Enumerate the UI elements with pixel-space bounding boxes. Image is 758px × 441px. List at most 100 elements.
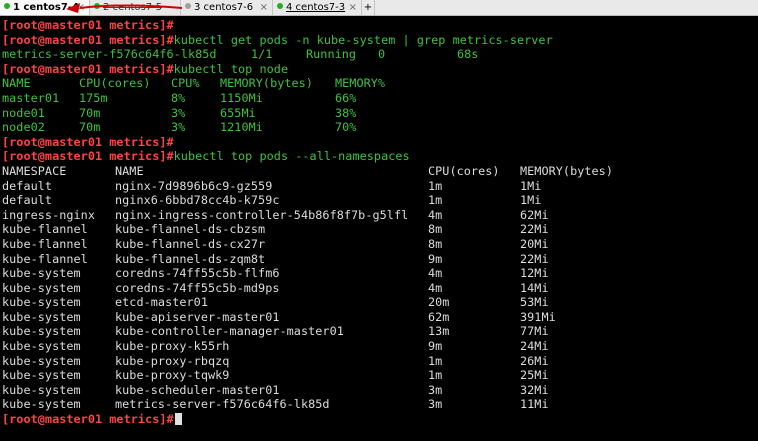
shell-prompt: [root@master01 metrics]# <box>2 149 174 164</box>
cell: default <box>2 178 53 193</box>
cell: 8m <box>428 222 443 237</box>
column-header: NAMESPACE <box>2 163 67 178</box>
column-header: MEMORY% <box>335 76 386 91</box>
shell-prompt: [root@master01 metrics]# <box>2 134 174 149</box>
cell: master01 <box>2 90 60 105</box>
tab-centos7-4[interactable]: 1 centos7-4 × <box>0 0 90 15</box>
cell: 9m <box>428 339 443 354</box>
terminal-line: [root@master01 metrics]# <box>2 135 758 150</box>
node-table-header: NAME CPU(cores) CPU% MEMORY(bytes) MEMOR… <box>2 76 758 91</box>
cell: kube-system <box>2 324 81 339</box>
column-header: NAME <box>2 76 31 91</box>
new-tab-button[interactable]: + <box>362 0 375 15</box>
close-icon[interactable]: × <box>349 0 357 15</box>
cell: 4m <box>428 280 443 295</box>
cell: nginx6-6bbd78cc4b-k759c <box>115 193 280 208</box>
shell-command: kubectl top pods --all-namespaces <box>173 149 410 164</box>
cell: 11Mi <box>520 397 549 412</box>
cell: 53Mi <box>520 295 549 310</box>
cell: 70m <box>79 120 101 135</box>
cell: kube-flannel <box>2 222 88 237</box>
table-row: node01 70m 3% 655Mi 38% <box>2 106 758 121</box>
cell: 1m <box>428 353 443 368</box>
cell: kube-system <box>2 339 81 354</box>
cell: 20m <box>428 295 450 310</box>
cell: 655Mi <box>220 105 256 120</box>
cell: kube-system <box>2 295 81 310</box>
cell: node02 <box>2 120 45 135</box>
cell: kube-flannel <box>2 251 88 266</box>
terminal-line: [root@master01 metrics]#kubectl top node <box>2 62 758 77</box>
column-header: NAME <box>115 163 144 178</box>
table-row: kube-system kube-proxy-rbqzq 1m 26Mi <box>2 354 758 369</box>
tab-centos7-6[interactable]: 3 centos7-6 × <box>181 0 273 15</box>
cell: kube-proxy-rbqzq <box>115 353 230 368</box>
cell: 1m <box>428 193 443 208</box>
cell: 0 <box>378 47 386 62</box>
cell: 38% <box>335 105 357 120</box>
pods-table-body: default nginx-7d9896b6c9-gz559 1m 1Mi defaul… <box>2 179 758 413</box>
table-row: kube-flannel kube-flannel-ds-cbzsm 8m 22Mi <box>2 222 758 237</box>
cell: 12Mi <box>520 266 549 281</box>
cell: metrics-server-f576c64f6-lk85d <box>2 47 217 62</box>
cell: 1150Mi <box>220 90 263 105</box>
cell: 391Mi <box>520 309 556 324</box>
tab-label: 2 centos7-5 <box>103 2 163 13</box>
cell: kube-apiserver-master01 <box>115 309 280 324</box>
tab-label: 4 centos7-3 <box>286 2 346 13</box>
terminal-line: [root@master01 metrics]# <box>2 412 758 427</box>
cell: 68s <box>457 47 479 62</box>
table-row: kube-system kube-controller-manager-maste… <box>2 324 758 339</box>
shell-prompt: [root@master01 metrics]# <box>2 18 174 32</box>
cell: kube-system <box>2 397 81 412</box>
close-icon[interactable]: × <box>77 0 85 15</box>
cell: metrics-server-f576c64f6-lk85d <box>115 397 330 412</box>
cell: 8m <box>428 236 443 251</box>
tab-centos7-5[interactable]: 2 centos7-5 <box>90 0 181 15</box>
table-row: kube-system kube-proxy-k55rh 9m 24Mi <box>2 339 758 354</box>
cell: 66% <box>335 90 357 105</box>
table-row: kube-system etcd-master01 20m 53Mi <box>2 295 758 310</box>
cell: 70% <box>335 120 357 135</box>
cell: 62m <box>428 309 450 324</box>
cell: 8% <box>171 90 186 105</box>
table-row: kube-system kube-proxy-tqwk9 1m 25Mi <box>2 368 758 383</box>
cell: 1m <box>428 178 443 193</box>
status-dot-icon <box>4 3 10 9</box>
cell: kube-system <box>2 368 81 383</box>
cell: nginx-7d9896b6c9-gz559 <box>115 178 273 193</box>
cell: kube-flannel <box>2 236 88 251</box>
table-row: default nginx6-6bbd78cc4b-k759c 1m 1Mi <box>2 193 758 208</box>
cell: 4m <box>428 266 443 281</box>
cell: 3m <box>428 382 443 397</box>
cell: kube-flannel-ds-cbzsm <box>115 222 266 237</box>
cell: 24Mi <box>520 339 549 354</box>
column-header: MEMORY(bytes) <box>520 163 613 178</box>
tab-centos7-3[interactable]: 4 centos7-3 × <box>273 0 362 15</box>
cell: 3m <box>428 397 443 412</box>
table-row: kube-system kube-scheduler-master01 3m 32Mi <box>2 383 758 398</box>
status-dot-icon <box>94 3 100 9</box>
terminal-output: [root@master01 metrics]# [root@master01 … <box>2 18 758 427</box>
cell: kube-controller-manager-master01 <box>115 324 344 339</box>
shell-command: kubectl get pods -n kube-system | grep m… <box>173 32 553 47</box>
table-row: master01 175m 8% 1150Mi 66% <box>2 91 758 106</box>
cell: coredns-74ff55c5b-flfm6 <box>115 266 280 281</box>
cell: kube-scheduler-master01 <box>115 382 280 397</box>
cell: etcd-master01 <box>115 295 208 310</box>
cell: 4m <box>428 207 443 222</box>
close-icon[interactable]: × <box>260 0 268 15</box>
cell: 1/1 <box>251 47 273 62</box>
cell: coredns-74ff55c5b-md9ps <box>115 280 280 295</box>
cell: 22Mi <box>520 222 549 237</box>
cell: 13m <box>428 324 450 339</box>
cell: kube-flannel-ds-cx27r <box>115 236 266 251</box>
column-header: CPU(cores) <box>79 76 151 91</box>
cell: 22Mi <box>520 251 549 266</box>
cell: 77Mi <box>520 324 549 339</box>
cell: 62Mi <box>520 207 549 222</box>
table-row: kube-flannel kube-flannel-ds-zqm8t 9m 22Mi <box>2 252 758 267</box>
cell: node01 <box>2 105 45 120</box>
tab-label: 1 centos7-4 <box>13 2 79 13</box>
status-dot-icon <box>185 3 191 9</box>
